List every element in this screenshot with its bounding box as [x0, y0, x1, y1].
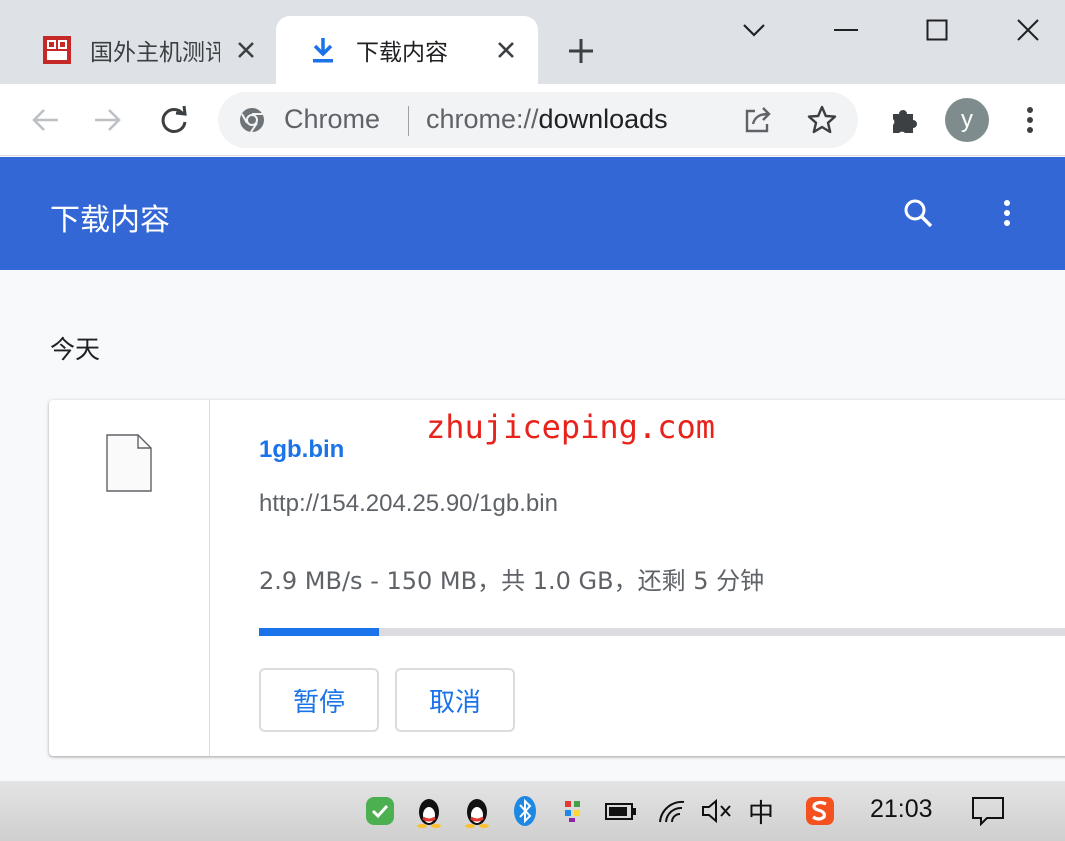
tab-close-button[interactable]	[492, 36, 520, 64]
more-vert-icon	[1027, 107, 1033, 133]
qq-penguin-icon[interactable]	[411, 793, 447, 829]
browser-menu-button[interactable]	[1010, 100, 1050, 140]
tab-search-button[interactable]	[734, 10, 774, 50]
site-favicon-icon	[40, 33, 74, 67]
maximize-button[interactable]	[917, 10, 957, 50]
minimize-icon	[834, 29, 858, 31]
downloads-menu-button[interactable]	[987, 193, 1027, 233]
taskbar-clock[interactable]: 21:03	[870, 795, 933, 824]
omnibox-chip-label: Chrome	[284, 104, 381, 134]
windows-taskbar: 中 21:03	[0, 781, 1065, 841]
battery-icon[interactable]	[603, 793, 639, 829]
maximize-icon	[926, 19, 948, 41]
chevron-down-icon	[743, 24, 765, 37]
progress-bar-fill	[259, 628, 379, 636]
color-grid-icon[interactable]	[555, 793, 591, 829]
omnibox-url[interactable]: chrome://downloads	[426, 104, 668, 135]
chat-bubble-icon	[972, 797, 1004, 826]
file-name-link[interactable]: 1gb.bin	[259, 436, 344, 464]
downloads-header: 下载内容	[0, 157, 1065, 270]
watermark-text: zhujiceping.com	[426, 408, 715, 446]
star-icon	[807, 105, 837, 134]
progress-description: 2.9 MB/s - 150 MB，共 1.0 GB，还剩 5 分钟	[259, 567, 765, 595]
sogou-ime-icon[interactable]	[802, 793, 838, 829]
close-icon	[238, 42, 254, 58]
puzzle-icon	[893, 110, 917, 133]
minimize-button[interactable]	[826, 10, 866, 50]
omnibox-divider	[408, 106, 409, 136]
file-source-url[interactable]: http://154.204.25.90/1gb.bin	[259, 490, 558, 518]
page-title: 下载内容	[50, 203, 170, 238]
browser-toolbar: Chrome chrome://downloads y	[0, 84, 1065, 156]
share-button[interactable]	[742, 104, 774, 136]
file-icon-column	[49, 400, 210, 756]
plus-icon	[569, 39, 593, 63]
extensions-button[interactable]	[884, 100, 924, 140]
tab-title: 国外主机测评	[90, 40, 220, 66]
tab-zhujiceping[interactable]: 国外主机测评	[0, 16, 275, 84]
volume-muted-icon[interactable]	[699, 793, 735, 829]
forward-button[interactable]	[88, 100, 128, 140]
wifi-icon[interactable]	[654, 793, 690, 829]
bluetooth-icon[interactable]	[507, 793, 543, 829]
tab-downloads[interactable]: 下载内容	[276, 16, 538, 84]
address-bar[interactable]: Chrome chrome://downloads	[218, 92, 858, 148]
chrome-logo-icon	[238, 106, 266, 134]
progress-bar	[259, 628, 1065, 636]
download-icon	[306, 33, 340, 67]
back-button[interactable]	[25, 100, 65, 140]
new-tab-button[interactable]	[562, 32, 600, 70]
tab-title: 下载内容	[356, 40, 448, 66]
bookmark-button[interactable]	[806, 104, 838, 136]
cancel-button[interactable]: 取消	[395, 668, 515, 732]
ime-indicator[interactable]: 中	[748, 793, 774, 830]
more-vert-icon	[1004, 200, 1010, 226]
date-heading: 今天	[50, 335, 101, 364]
tab-close-button[interactable]	[232, 36, 260, 64]
reload-button[interactable]	[154, 100, 194, 140]
profile-avatar[interactable]: y	[945, 98, 989, 142]
search-icon	[904, 199, 933, 228]
reload-icon	[161, 105, 187, 133]
notification-center-button[interactable]	[968, 793, 1008, 829]
file-icon	[106, 434, 152, 496]
close-icon	[498, 42, 514, 58]
window-close-button[interactable]	[1008, 10, 1048, 50]
pause-button[interactable]: 暂停	[259, 668, 379, 732]
url-scheme: chrome://	[426, 104, 539, 134]
arrow-right-icon	[95, 109, 121, 131]
close-icon	[1017, 19, 1039, 41]
qq-penguin-icon[interactable]	[459, 793, 495, 829]
tab-strip: 国外主机测评 下载内容	[0, 0, 1065, 84]
url-host: downloads	[538, 104, 668, 134]
download-item-card: 1gb.bin http://154.204.25.90/1gb.bin 2.9…	[49, 400, 1065, 756]
search-downloads-button[interactable]	[898, 193, 938, 233]
share-icon	[745, 107, 771, 133]
arrow-left-icon	[32, 109, 58, 131]
security-shield-icon[interactable]	[362, 793, 398, 829]
